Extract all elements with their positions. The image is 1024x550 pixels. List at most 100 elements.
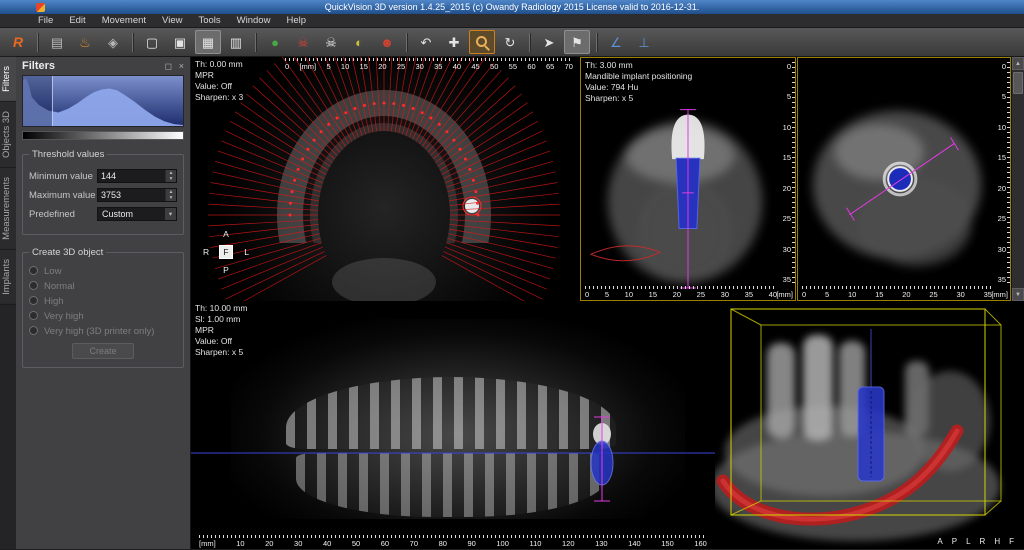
info-line: Th: 10.00 mm <box>195 303 247 314</box>
app-icon[interactable] <box>36 3 45 12</box>
undo-button[interactable]: ↶ <box>413 30 439 54</box>
tab-filters[interactable]: Filters <box>0 57 16 102</box>
measure-button[interactable]: ∠ <box>603 30 629 54</box>
tab-objects-3d[interactable]: Objects 3D <box>0 102 16 168</box>
info-line: Sl: 1.00 mm <box>195 314 247 325</box>
ruler-label: 35 <box>745 290 753 299</box>
info-line: MPR <box>195 70 243 81</box>
menu-item[interactable]: Window <box>229 15 279 26</box>
viewport-panoramic[interactable]: Th: 10.00 mmSl: 1.00 mmMPRValue: OffShar… <box>191 301 715 549</box>
layout-dual-button[interactable]: ▣ <box>167 30 193 54</box>
soft-tissue-skull-button[interactable]: ☠ <box>290 30 316 54</box>
ruler-label: 120 <box>562 539 575 548</box>
maximum-value-spinbox[interactable]: ▴▾ <box>97 188 177 202</box>
pointer-button[interactable]: ➤ <box>536 30 562 54</box>
grayscale-gradient-bar <box>22 131 184 140</box>
info-line: Value: Off <box>195 336 247 347</box>
info-line: Mandible implant positioning <box>585 71 692 82</box>
bone-skull-button[interactable]: ☠ <box>318 30 344 54</box>
menu-item[interactable]: View <box>154 15 190 26</box>
predefined-label: Predefined <box>29 209 75 220</box>
panel-float-icon[interactable]: ◻ <box>165 61 172 71</box>
export-button[interactable]: ▤ <box>44 30 70 54</box>
ruler-label: 25 <box>929 290 937 299</box>
scroll-up-button[interactable]: ▲ <box>1012 57 1024 70</box>
ruler-label: 50 <box>490 62 498 71</box>
zoom-button[interactable] <box>469 30 495 54</box>
panoramic-info: Th: 10.00 mmSl: 1.00 mmMPRValue: OffShar… <box>195 303 247 358</box>
pan-icon: ✚ <box>449 36 460 49</box>
menu-item[interactable]: Edit <box>61 15 93 26</box>
application-window: QuickVision 3D version 1.4.25_2015 (c) O… <box>0 0 1024 550</box>
orientation-feet-box[interactable]: F <box>219 245 233 259</box>
viewport-axial-zoom[interactable]: 05101520253035 05101520253035 [mm] <box>797 57 1011 301</box>
ruler-label: 160 <box>694 539 707 548</box>
panel-close-icon[interactable]: × <box>179 61 184 71</box>
tissue-mask-icon: ☻ <box>380 36 394 49</box>
layout-single-icon: ▢ <box>146 36 158 49</box>
contrast-button[interactable]: ◐ <box>346 30 372 54</box>
ruler-label: 60 <box>527 62 535 71</box>
ruler-label: 0 <box>787 62 791 71</box>
toolbar-separator <box>255 33 256 52</box>
volume-render-button[interactable]: ● <box>262 30 288 54</box>
tab-implants[interactable]: Implants <box>0 250 16 305</box>
layout-mpr-button[interactable]: ▥ <box>223 30 249 54</box>
radio-option[interactable]: Normal <box>29 281 177 292</box>
layout-implant-button[interactable]: ▦ <box>195 30 221 54</box>
capture-button[interactable]: ◈ <box>100 30 126 54</box>
ruler-label: 5 <box>787 92 791 101</box>
tab-measurements[interactable]: Measurements <box>0 168 16 250</box>
burn-icon: ♨ <box>79 36 91 49</box>
implant-tool-icon: ⊥ <box>638 36 649 49</box>
viewport-axial[interactable]: Th: 0.00 mmMPRValue: OffSharpen: x 3 0[m… <box>191 57 579 301</box>
scroll-down-button[interactable]: ▼ <box>1012 288 1024 301</box>
menu-item[interactable]: Tools <box>190 15 228 26</box>
menu-item[interactable]: Help <box>278 15 314 26</box>
predefined-dropdown[interactable]: Custom ▾ <box>97 207 177 221</box>
layout-single-button[interactable]: ▢ <box>139 30 165 54</box>
viewport-scrollbar[interactable]: ▲ ▼ <box>1011 57 1024 301</box>
burn-cd-button[interactable]: ♨ <box>72 30 98 54</box>
menu-item[interactable]: File <box>30 15 61 26</box>
minimum-value-spinbox[interactable]: ▴▾ <box>97 169 177 183</box>
radio-option[interactable]: Low <box>29 266 177 277</box>
viewport-area: Th: 0.00 mmMPRValue: OffSharpen: x 3 0[m… <box>191 57 1024 549</box>
toolbar-separator <box>132 33 133 52</box>
app-logo-button[interactable]: R <box>5 30 31 54</box>
ruler-label: 0 <box>1002 62 1006 71</box>
axis-letter: R <box>980 537 986 546</box>
threshold-histogram[interactable] <box>22 75 184 127</box>
implant-tool-button[interactable]: ⊥ <box>631 30 657 54</box>
spin-down-icon[interactable]: ▾ <box>166 176 176 182</box>
tissue-mask-button[interactable]: ☻ <box>374 30 400 54</box>
ruler-label: 20 <box>378 62 386 71</box>
ruler-label: 30 <box>294 539 302 548</box>
ruler-label: 25 <box>697 290 705 299</box>
implant-cross-section[interactable] <box>888 167 912 191</box>
axial-zoom-svg <box>798 58 1010 300</box>
reset-view-button[interactable]: ↻ <box>497 30 523 54</box>
axial-zoom-ruler-h: 05101520253035 <box>802 285 992 299</box>
ruler-label: 15 <box>360 62 368 71</box>
radio-option[interactable]: Very high (3D printer only) <box>29 326 177 337</box>
viewport-3d[interactable]: APLRHF <box>715 301 1024 549</box>
viewport-cross-section[interactable]: Th: 3.00 mmMandible implant positioningV… <box>580 57 796 301</box>
scroll-up-icon: ▲ <box>1015 61 1021 67</box>
scroll-track[interactable] <box>1012 70 1024 288</box>
maximum-value-field[interactable] <box>98 189 165 201</box>
scroll-thumb[interactable] <box>1013 72 1023 94</box>
flag-button[interactable]: ⚑ <box>564 30 590 54</box>
ruler-label: 30 <box>783 245 791 254</box>
toolbar-separator <box>37 33 38 52</box>
pan-button[interactable]: ✚ <box>441 30 467 54</box>
radio-option[interactable]: Very high <box>29 311 177 322</box>
radio-option[interactable]: High <box>29 296 177 307</box>
create-3d-object-group: Create 3D object LowNormalHighVery highV… <box>22 247 184 368</box>
capture-icon: ◈ <box>108 36 118 49</box>
menu-item[interactable]: Movement <box>94 15 154 26</box>
minimum-value-field[interactable] <box>98 170 165 182</box>
ruler-label: 0 <box>285 62 289 71</box>
create-button[interactable]: Create <box>72 343 134 359</box>
spin-down-icon[interactable]: ▾ <box>166 195 176 201</box>
